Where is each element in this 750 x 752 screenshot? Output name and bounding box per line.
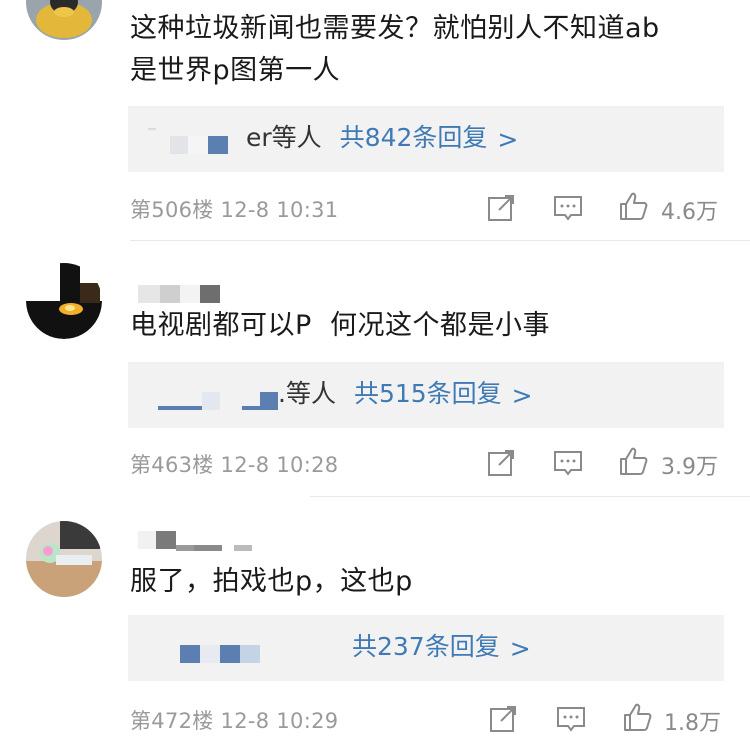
reply-usernames: .等人 共515条回复 >	[158, 379, 533, 410]
blurred-name	[202, 392, 220, 410]
comment-text: 服了，拍戏也p，这也p	[130, 566, 413, 597]
blurred-username[interactable]	[138, 529, 252, 551]
reply-count-link[interactable]: 共842条回复	[340, 118, 488, 154]
reply-preview[interactable]: er等人 共842条回复 >	[128, 106, 724, 172]
like-count: 3.9万	[661, 455, 718, 480]
reply-names-suffix: .等人	[278, 379, 336, 408]
comment-card: 电视剧都可以P 何况这个都是小事 .等人 共515条回复 > 第463楼 12-…	[0, 241, 750, 496]
chevron-right-icon: >	[497, 125, 519, 154]
comment-icon[interactable]	[553, 193, 583, 223]
blurred-name	[242, 406, 260, 410]
blurred-name	[208, 136, 228, 154]
blurred-name	[194, 545, 222, 551]
floor-timestamp: 第472楼 12-8 10:29	[130, 709, 339, 733]
comment-icon[interactable]	[556, 704, 586, 734]
blurred-name	[180, 645, 200, 663]
blurred-name	[158, 406, 202, 410]
comment-text: 电视剧都可以P 何况这个都是小事	[130, 310, 550, 341]
share-icon[interactable]	[488, 704, 518, 734]
share-icon[interactable]	[486, 193, 516, 223]
blurred-name	[148, 128, 156, 130]
like-icon[interactable]	[618, 191, 648, 221]
comment-card: 服了，拍戏也p，这也p 共237条回复 > 第472楼 12-8 10:29 1…	[0, 497, 750, 752]
blurred-name	[200, 285, 220, 303]
blurred-name	[176, 545, 194, 551]
blurred-name	[160, 285, 180, 303]
comment-text: 这种垃圾新闻也需要发？就怕别人不知道ab 是世界p图第一人	[130, 13, 660, 86]
blurred-name	[180, 285, 200, 303]
like-icon[interactable]	[622, 702, 652, 732]
comment-icon[interactable]	[553, 448, 583, 478]
chevron-right-icon: >	[509, 634, 531, 663]
comment-card: 这种垃圾新闻也需要发？就怕别人不知道ab 是世界p图第一人 er等人 共842条…	[0, 0, 750, 240]
blurred-name	[170, 136, 188, 154]
blurred-name	[234, 545, 252, 551]
avatar-image	[26, 0, 102, 40]
blurred-name	[138, 531, 156, 549]
reply-names-suffix: er等人	[246, 123, 322, 152]
avatar-image	[26, 263, 102, 339]
blurred-username[interactable]	[138, 283, 220, 305]
avatar[interactable]	[26, 263, 102, 339]
blurred-name	[156, 531, 176, 549]
avatar-image	[26, 521, 102, 597]
reply-count-link[interactable]: 共515条回复	[354, 374, 502, 410]
blurred-name	[200, 645, 220, 663]
floor-timestamp: 第506楼 12-8 10:31	[130, 198, 339, 222]
avatar[interactable]	[26, 0, 102, 40]
like-icon[interactable]	[618, 446, 648, 476]
chevron-right-icon: >	[511, 381, 533, 410]
reply-usernames: 共237条回复 >	[180, 632, 531, 663]
reply-preview[interactable]: .等人 共515条回复 >	[128, 362, 724, 428]
blurred-name	[260, 392, 278, 410]
share-icon[interactable]	[486, 448, 516, 478]
like-count: 4.6万	[661, 200, 718, 225]
avatar[interactable]	[26, 521, 102, 597]
blurred-name	[188, 136, 208, 154]
blurred-name	[240, 645, 260, 663]
blurred-name	[220, 645, 240, 663]
reply-usernames: er等人 共842条回复 >	[148, 123, 519, 154]
reply-preview[interactable]: 共237条回复 >	[128, 615, 724, 681]
blurred-name	[138, 285, 160, 303]
reply-count-link[interactable]: 共237条回复	[352, 627, 500, 663]
floor-timestamp: 第463楼 12-8 10:28	[130, 453, 339, 477]
like-count: 1.8万	[664, 711, 721, 736]
